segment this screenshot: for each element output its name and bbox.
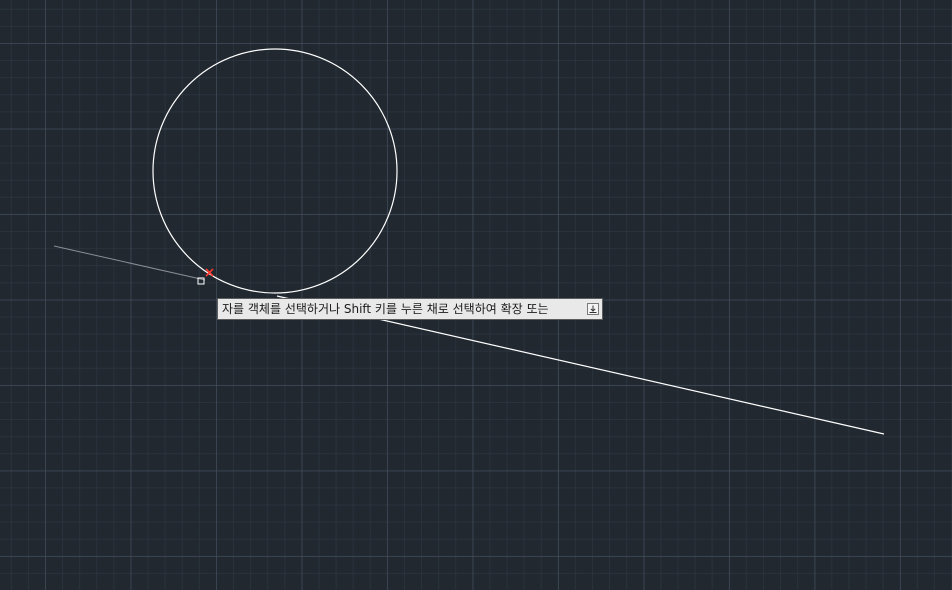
drawing-canvas[interactable]: 자를 객체를 선택하거나 Shift 키를 누른 채로 선택하여 확장 또는 (0, 0, 952, 590)
arrow-down-icon[interactable] (587, 303, 599, 315)
circle-entity[interactable] (152, 48, 398, 294)
tooltip-text: 자를 객체를 선택하거나 Shift 키를 누른 채로 선택하여 확장 또는 (222, 302, 549, 316)
command-tooltip: 자를 객체를 선택하거나 Shift 키를 누른 채로 선택하여 확장 또는 (217, 298, 603, 320)
